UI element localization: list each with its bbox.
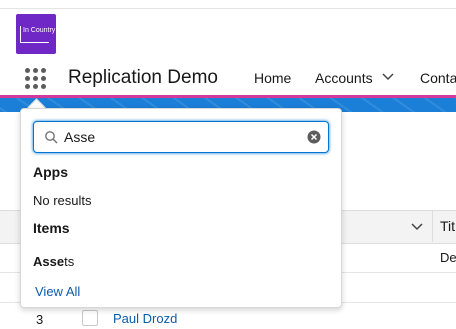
items-heading: Items [33,220,70,236]
search-field[interactable] [33,121,329,153]
company-logo[interactable]: In Country [16,14,56,54]
app-launcher-search-dropdown: Apps No results Items Assets View All [20,108,342,308]
window-top-edge [0,0,456,9]
item-result-assets[interactable]: Assets [33,254,74,269]
column-menu-chevron-icon[interactable] [410,220,424,234]
column-header-title[interactable]: Tit [440,218,455,234]
row-number: 3 [36,312,44,327]
view-all-link[interactable]: View All [35,284,80,299]
app-navigation-bar: Replication Demo Home Accounts Conta [0,59,456,95]
chevron-down-icon[interactable] [381,70,395,84]
item-match-text: Asse [33,254,65,269]
clear-search-icon[interactable] [306,129,322,145]
app-name: Replication Demo [68,67,218,88]
logo-text: In Country [23,27,56,34]
search-input[interactable] [64,128,284,146]
nav-item-contacts[interactable]: Conta [420,70,456,86]
column-divider[interactable] [432,210,433,242]
row-name-link[interactable]: Paul Drozd [113,311,177,326]
app-launcher-icon[interactable] [24,67,48,91]
apps-no-results: No results [33,193,92,208]
table-cell-title: De [440,250,456,265]
nav-item-home[interactable]: Home [254,70,291,86]
row-select-checkbox[interactable] [82,310,98,326]
nav-item-accounts[interactable]: Accounts [315,70,373,86]
apps-heading: Apps [33,164,68,180]
item-rest-text: ts [64,254,75,269]
search-icon [45,131,58,144]
